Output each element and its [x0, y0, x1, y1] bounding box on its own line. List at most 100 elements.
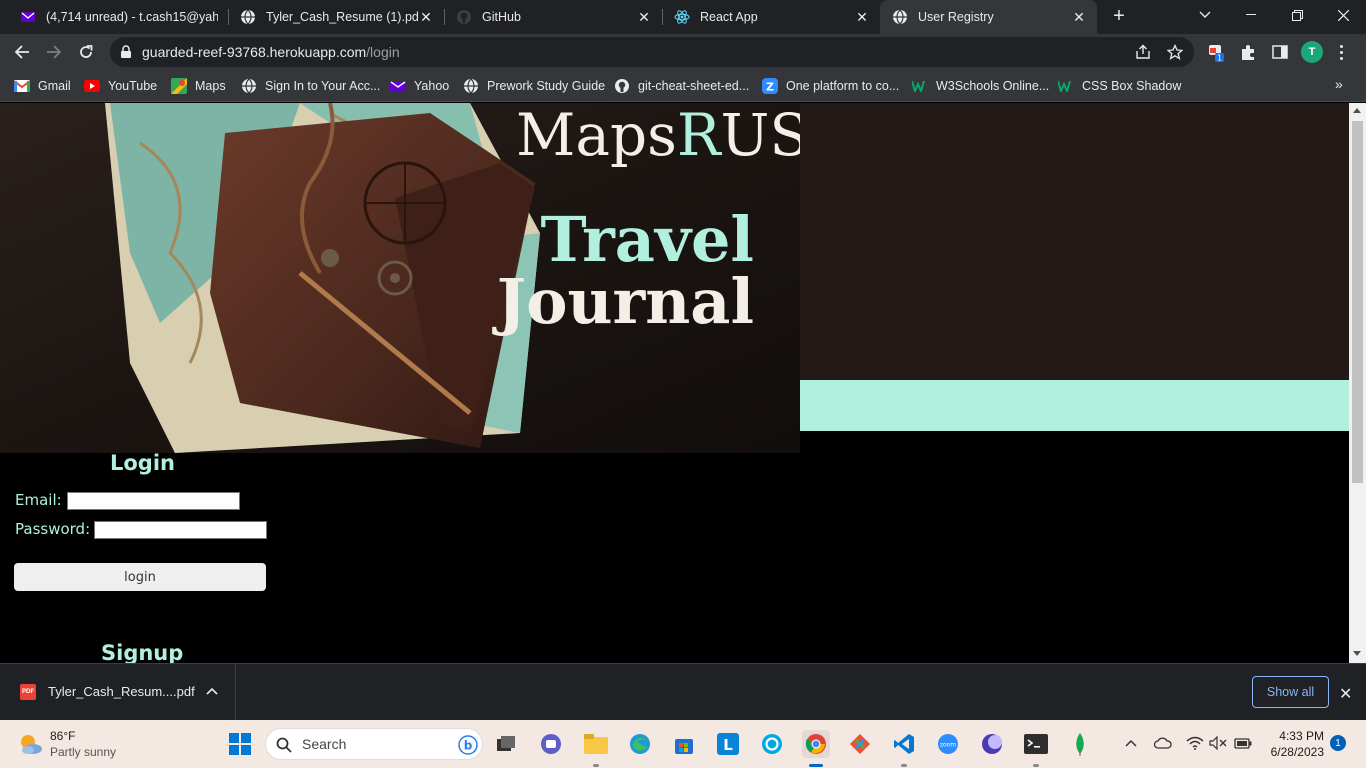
weather-description[interactable]: Partly sunny: [50, 745, 116, 759]
bookmark-w3schools[interactable]: W3Schools Online...: [912, 76, 1049, 96]
tab-search-chevron-icon[interactable]: [1182, 0, 1228, 30]
moon-app-icon[interactable]: [978, 730, 1006, 758]
scroll-up-icon[interactable]: [1353, 108, 1361, 113]
close-window-button[interactable]: [1320, 0, 1366, 30]
address-bar[interactable]: guarded-reef-93768.herokuapp.com/login: [110, 37, 1194, 67]
taskbar-search-box[interactable]: Search b: [265, 728, 483, 760]
chrome-icon[interactable]: [802, 730, 830, 758]
alexa-icon[interactable]: [758, 730, 786, 758]
w3schools-icon: [912, 78, 928, 94]
brand-us-text: US: [720, 103, 800, 169]
bookmark-git-cheat-sheet[interactable]: git-cheat-sheet-ed...: [614, 76, 749, 96]
terminal-icon[interactable]: [1022, 730, 1050, 758]
bookmarks-overflow-icon[interactable]: »: [1335, 76, 1343, 92]
tab-github[interactable]: GitHub ✕: [444, 0, 662, 34]
bookmark-prework[interactable]: Prework Study Guide: [463, 76, 605, 96]
profile-avatar[interactable]: T: [1301, 41, 1323, 63]
microsoft-store-icon[interactable]: [670, 730, 698, 758]
onedrive-icon[interactable]: [1154, 734, 1172, 752]
hero-title-journal: Journal: [496, 265, 754, 338]
chevron-up-icon[interactable]: [206, 684, 218, 702]
tab-user-registry[interactable]: User Registry ✕: [880, 0, 1097, 34]
close-icon[interactable]: ✕: [636, 9, 652, 25]
clock-time[interactable]: 4:33 PM: [1272, 729, 1324, 743]
download-item[interactable]: PDF Tyler_Cash_Resum....pdf: [0, 664, 236, 721]
chevron-up-icon[interactable]: [1122, 734, 1140, 752]
download-bar: PDF Tyler_Cash_Resum....pdf Show all ✕: [0, 663, 1366, 721]
scroll-down-icon[interactable]: [1353, 651, 1361, 656]
youtube-icon: [84, 78, 100, 94]
w3schools-icon: [1058, 78, 1074, 94]
bookmark-star-icon[interactable]: [1166, 43, 1184, 61]
zoom-app-icon[interactable]: zoom: [934, 730, 962, 758]
task-view-icon[interactable]: [492, 730, 520, 758]
bookmark-gmail[interactable]: Gmail: [14, 76, 71, 96]
extension-shield-icon[interactable]: 1: [1204, 40, 1228, 64]
page-viewport: MapsRUS Travel Journal Login Email: Pass…: [0, 103, 1349, 663]
globe-icon: [241, 78, 257, 94]
battery-icon[interactable]: [1234, 734, 1252, 752]
brand-maps-text: Maps: [516, 103, 677, 169]
bookmark-yahoo[interactable]: Yahoo: [390, 76, 449, 96]
bookmark-label: git-cheat-sheet-ed...: [638, 79, 750, 93]
weather-temperature[interactable]: 86°F: [50, 729, 75, 743]
show-all-button[interactable]: Show all: [1252, 676, 1329, 708]
lock-icon[interactable]: [120, 45, 132, 64]
forward-button[interactable]: [42, 40, 66, 64]
wifi-icon[interactable]: [1186, 734, 1204, 752]
bookmark-youtube[interactable]: YouTube: [84, 76, 157, 96]
reload-button[interactable]: [74, 40, 98, 64]
yahoo-mail-icon: [20, 9, 36, 25]
zoom-icon: Z: [762, 78, 778, 94]
bing-icon[interactable]: b: [458, 735, 478, 755]
volume-muted-icon[interactable]: [1209, 734, 1227, 752]
bookmark-zoom[interactable]: Z One platform to co...: [762, 76, 899, 96]
extension-badge: 1: [1217, 54, 1222, 63]
windows-start-icon[interactable]: [226, 730, 254, 758]
email-field[interactable]: [67, 492, 240, 510]
teams-chat-icon[interactable]: [537, 730, 565, 758]
url-text: guarded-reef-93768.herokuapp.com/login: [142, 44, 400, 60]
bookmark-label: YouTube: [108, 79, 158, 93]
partly-sunny-icon[interactable]: [16, 730, 44, 758]
windows-taskbar: 86°F Partly sunny Search b L zoom 4:33 P…: [0, 720, 1366, 768]
close-icon[interactable]: ✕: [418, 9, 434, 25]
tab-resume-pdf[interactable]: Tyler_Cash_Resume (1).pdf ✕: [228, 0, 444, 34]
back-button[interactable]: [10, 40, 34, 64]
close-icon[interactable]: ✕: [1071, 9, 1087, 25]
running-indicator: [593, 764, 599, 767]
search-icon: [276, 737, 292, 753]
scroll-thumb[interactable]: [1352, 121, 1363, 483]
login-button[interactable]: login: [14, 563, 266, 591]
new-tab-button[interactable]: +: [1109, 6, 1129, 26]
side-panel-icon[interactable]: [1268, 40, 1292, 64]
lens-app-icon[interactable]: L: [714, 730, 742, 758]
maps-icon: [171, 78, 187, 94]
share-icon[interactable]: [1134, 43, 1152, 61]
edge-icon[interactable]: [626, 730, 654, 758]
url-host: guarded-reef-93768.herokuapp.com: [142, 44, 367, 60]
bookmark-css-box-shadow[interactable]: CSS Box Shadow: [1058, 76, 1181, 96]
close-icon[interactable]: ✕: [854, 9, 870, 25]
accent-band: [800, 380, 1349, 431]
notification-badge[interactable]: 1: [1330, 735, 1346, 751]
page-scrollbar[interactable]: [1349, 103, 1366, 663]
bookmark-maps[interactable]: Maps: [171, 76, 226, 96]
tab-react-app[interactable]: React App ✕: [662, 0, 880, 34]
email-label: Email:: [15, 491, 62, 509]
browser-menu-icon[interactable]: [1334, 40, 1348, 64]
git-app-icon[interactable]: [846, 730, 874, 758]
close-icon[interactable]: ✕: [1339, 684, 1352, 704]
minimize-button[interactable]: [1228, 0, 1274, 30]
restore-button[interactable]: [1274, 0, 1320, 30]
tab-yahoo-mail[interactable]: (4,714 unread) - t.cash15@yahoo.com: [8, 0, 228, 34]
vscode-icon[interactable]: [890, 730, 918, 758]
tab-title: User Registry: [918, 10, 994, 24]
clock-date[interactable]: 6/28/2023: [1262, 745, 1324, 759]
mongodb-icon[interactable]: [1066, 730, 1094, 758]
file-explorer-icon[interactable]: [582, 730, 610, 758]
bookmark-sign-in[interactable]: Sign In to Your Acc...: [241, 76, 380, 96]
url-path: /login: [366, 44, 400, 60]
password-field[interactable]: [94, 521, 267, 539]
extensions-puzzle-icon[interactable]: [1236, 40, 1260, 64]
